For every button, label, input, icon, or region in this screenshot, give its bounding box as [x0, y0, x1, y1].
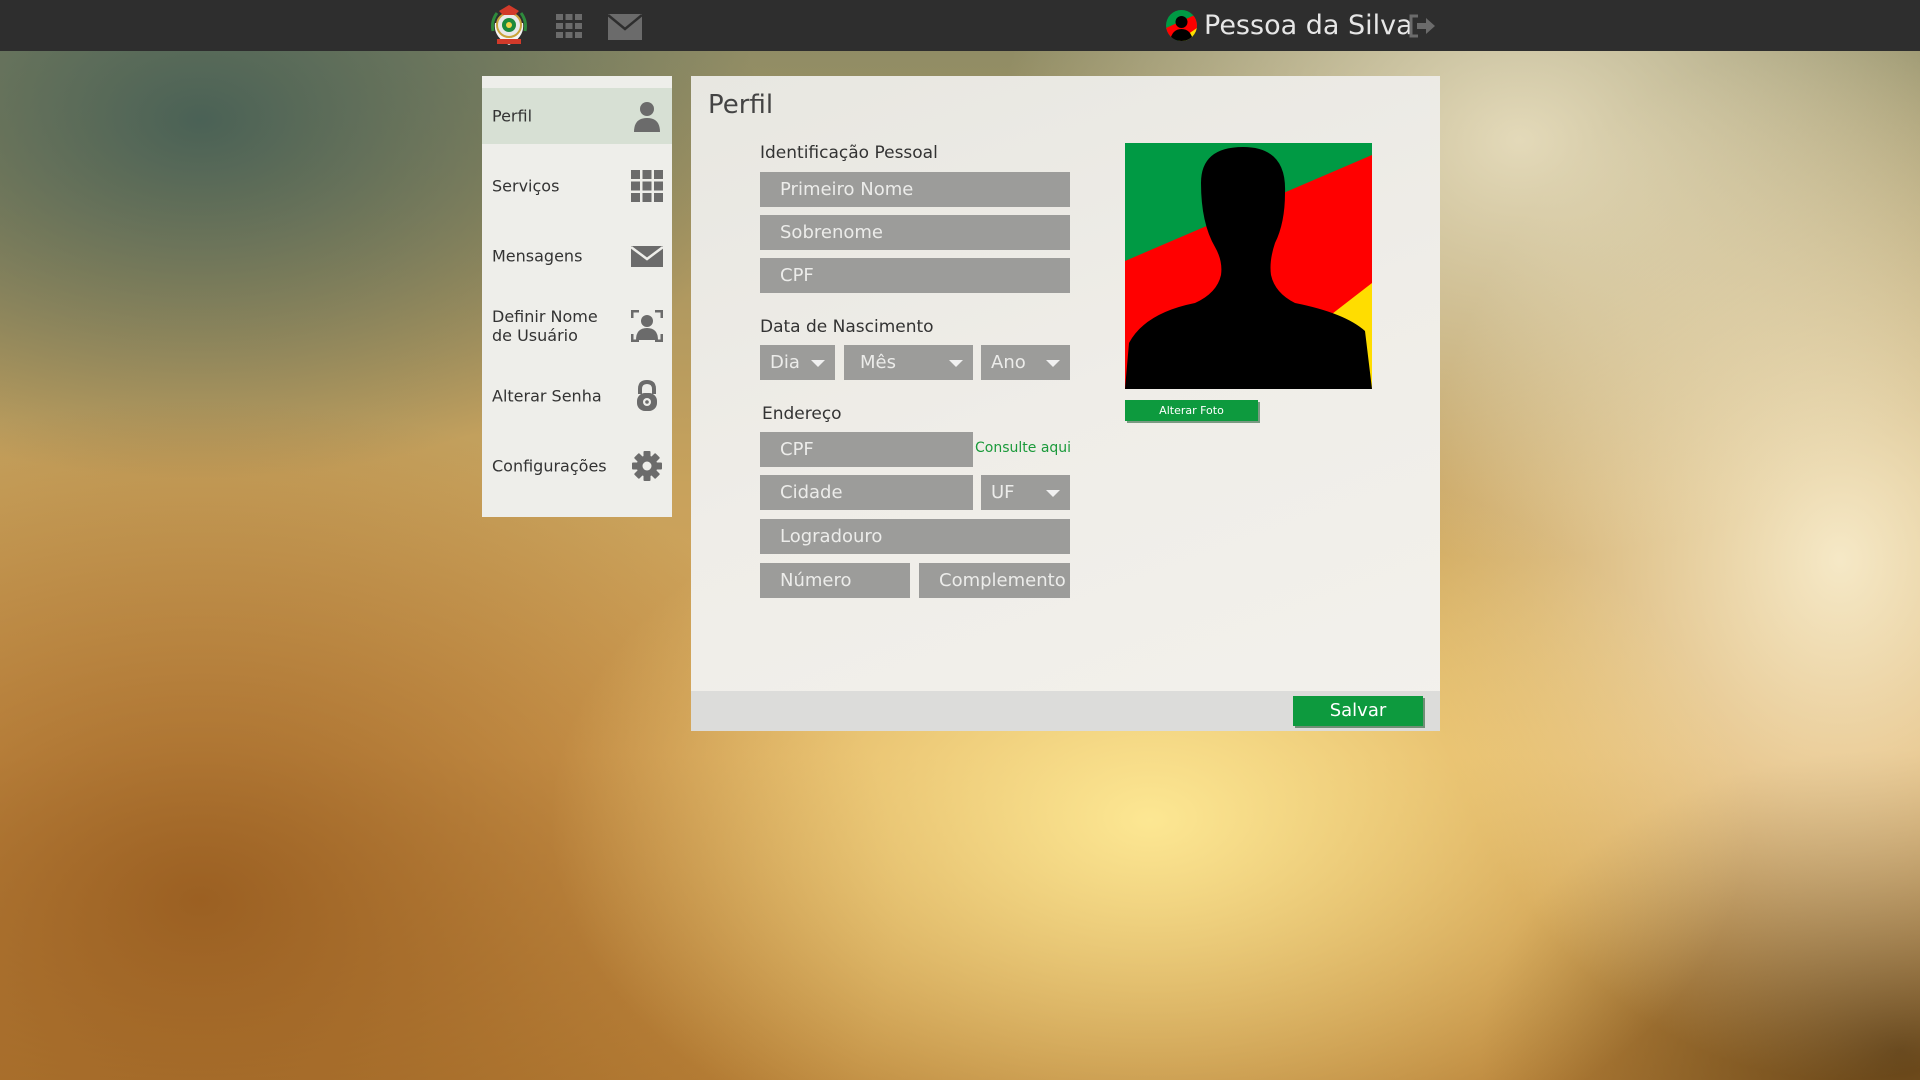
mail-icon: [631, 246, 663, 267]
city-field[interactable]: Cidade: [760, 475, 973, 510]
sidebar-item-label: Perfil: [492, 106, 533, 126]
cpf-field[interactable]: CPF: [760, 258, 1070, 293]
state-flag-avatar-icon[interactable]: [1166, 10, 1197, 41]
lock-icon: [637, 380, 657, 411]
chevron-down-icon: [1046, 360, 1060, 367]
sidebar-item-alterar-senha[interactable]: Alterar Senha: [482, 368, 672, 424]
uf-value: UF: [991, 482, 1015, 503]
profile-card: Perfil Identificação Pessoal Primeiro No…: [691, 76, 1440, 731]
sidebar-item-label: Definir Nome de Usuário: [492, 307, 598, 345]
birth-day-select[interactable]: Dia: [760, 345, 835, 380]
uf-select[interactable]: UF: [981, 475, 1070, 510]
sidebar-item-definir-nome-usuario[interactable]: Definir Nome de Usuário: [482, 298, 672, 354]
birth-month-value: Mês: [860, 352, 896, 373]
chevron-down-icon: [949, 360, 963, 367]
sidebar-item-label: Serviços: [492, 176, 560, 196]
chevron-down-icon: [811, 360, 825, 367]
apps-grid-icon: [631, 170, 663, 202]
logout-icon[interactable]: [1408, 14, 1436, 38]
user-id-icon: [631, 310, 663, 342]
page-title: Perfil: [708, 90, 774, 120]
sidebar-item-label: Mensagens: [492, 246, 583, 266]
first-name-field[interactable]: Primeiro Nome: [760, 172, 1070, 207]
sidebar-item-label: Alterar Senha: [492, 386, 602, 406]
birth-month-select[interactable]: Mês: [844, 345, 973, 380]
section-nascimento-label: Data de Nascimento: [760, 317, 934, 337]
last-name-field[interactable]: Sobrenome: [760, 215, 1070, 250]
save-button[interactable]: Salvar: [1293, 696, 1423, 726]
section-identificacao-label: Identificação Pessoal: [760, 143, 938, 163]
birth-year-value: Ano: [991, 352, 1026, 373]
complement-field[interactable]: Complemento: [919, 563, 1070, 598]
mail-icon[interactable]: [608, 14, 642, 40]
card-footer: Salvar: [691, 691, 1440, 731]
sidebar-item-perfil[interactable]: Perfil: [482, 88, 672, 144]
user-name[interactable]: Pessoa da Silva: [1204, 9, 1413, 43]
user-icon: [634, 102, 660, 132]
state-crest-logo[interactable]: [489, 3, 529, 48]
sidebar-item-label: Configurações: [492, 456, 607, 476]
sidebar-item-configuracoes[interactable]: Configurações: [482, 438, 672, 494]
birth-day-value: Dia: [770, 352, 800, 373]
sidebar-item-mensagens[interactable]: Mensagens: [482, 228, 672, 284]
consulte-aqui-link[interactable]: Consulte aqui: [975, 440, 1071, 456]
sidebar-item-servicos[interactable]: Serviços: [482, 158, 672, 214]
number-field[interactable]: Número: [760, 563, 910, 598]
change-photo-button[interactable]: Alterar Foto: [1125, 400, 1258, 421]
gear-icon: [632, 451, 662, 481]
cep-field[interactable]: CPF: [760, 432, 973, 467]
street-field[interactable]: Logradouro: [760, 519, 1070, 554]
birth-year-select[interactable]: Ano: [981, 345, 1070, 380]
sidebar: Perfil Serviços Mensagens Definir Nome d…: [482, 76, 672, 517]
top-bar: Pessoa da Silva: [0, 0, 1920, 51]
apps-grid-icon[interactable]: [556, 14, 582, 38]
profile-photo: [1125, 143, 1372, 389]
section-endereco-label: Endereço: [762, 404, 842, 424]
chevron-down-icon: [1046, 490, 1060, 497]
